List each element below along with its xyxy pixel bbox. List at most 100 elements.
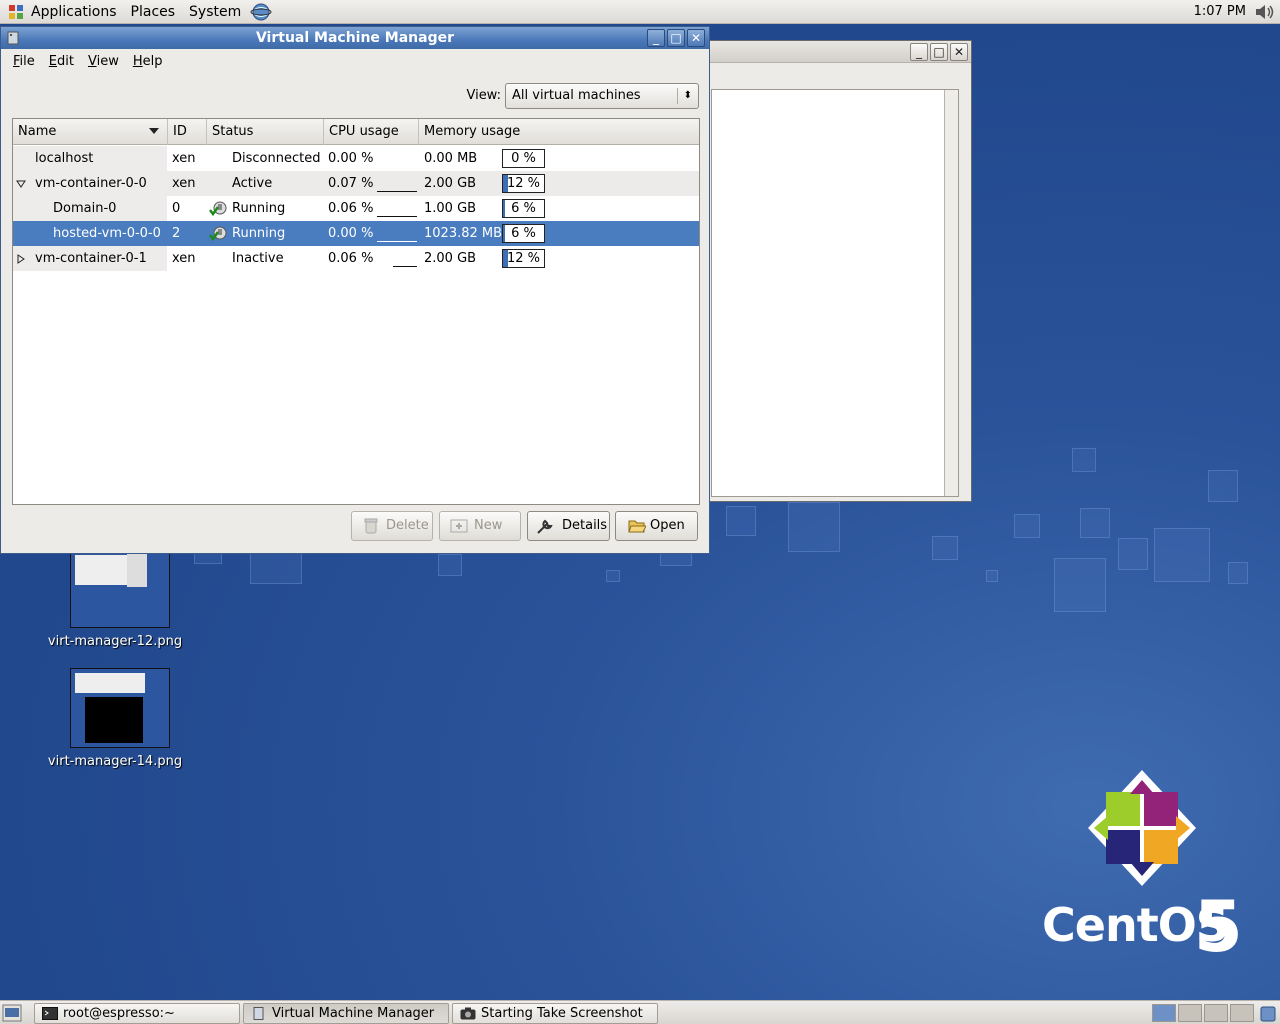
vm-cpu: 0.00 %: [328, 151, 374, 166]
places-menu[interactable]: Places: [124, 0, 183, 24]
details-button[interactable]: Details: [527, 511, 610, 541]
minimize-icon[interactable]: _: [910, 43, 928, 61]
combo-separator: [677, 88, 678, 104]
decor-square: [932, 536, 958, 560]
delete-button[interactable]: Delete: [351, 511, 433, 541]
vm-id: xen: [172, 151, 196, 166]
vm-row-vm-container-0-1[interactable]: vm-container-0-1 xen Inactive 0.06 % 2.0…: [13, 246, 699, 271]
clock[interactable]: 1:07 PM: [1194, 0, 1246, 24]
decor-square: [1014, 514, 1040, 538]
column-header-memory[interactable]: Memory usage: [419, 119, 699, 145]
menu-file[interactable]: File: [6, 54, 42, 69]
column-header-name[interactable]: Name: [13, 119, 168, 145]
vm-id: 0: [172, 201, 181, 216]
virt-manager-icon: [253, 1007, 264, 1020]
thumbnail-image: [70, 668, 170, 748]
running-status-icon: [209, 201, 227, 217]
task-label: Virtual Machine Manager: [272, 1006, 435, 1021]
workspace-2[interactable]: [1178, 1004, 1202, 1022]
vm-cpu: 0.06 %: [328, 251, 374, 266]
workspace-3[interactable]: [1204, 1004, 1228, 1022]
task-terminal[interactable]: root@espresso:~: [34, 1003, 240, 1024]
open-button[interactable]: Open: [615, 511, 698, 541]
memory-percent: 0 %: [511, 151, 536, 166]
decor-square: [606, 570, 620, 582]
task-label: root@espresso:~: [63, 1006, 175, 1021]
decor-square: [1154, 528, 1210, 582]
virt-manager-window[interactable]: Virtual Machine Manager _ □ ✕ File Edit …: [0, 26, 710, 554]
vm-memory: 2.00 GB: [424, 251, 477, 266]
window-titlebar[interactable]: Virtual Machine Manager _ □ ✕: [1, 27, 709, 49]
applications-menu-icon[interactable]: [8, 4, 24, 20]
vm-list[interactable]: Name ID Status CPU usage Memory usage lo…: [12, 118, 700, 505]
desktop-file-label: virt-manager-14.png: [47, 754, 183, 769]
applications-menu[interactable]: Applications: [24, 0, 124, 24]
vm-name: Domain-0: [53, 201, 117, 216]
new-button[interactable]: New: [439, 511, 521, 541]
column-header-status[interactable]: Status: [207, 119, 324, 145]
close-icon[interactable]: ✕: [687, 29, 705, 47]
show-desktop-icon[interactable]: [2, 1004, 22, 1022]
vm-status: Inactive: [232, 251, 284, 266]
column-header-label: Status: [212, 124, 254, 139]
menu-help[interactable]: Help: [126, 54, 170, 69]
vm-row-domain-0[interactable]: Domain-0 0 Running 0.06 % 1.00 GB 6 %: [13, 196, 699, 221]
expander-collapsed-icon[interactable]: [17, 254, 25, 264]
top-panel: Applications Places System 1:07 PM: [0, 0, 1280, 24]
network-globe-icon[interactable]: [250, 2, 272, 22]
decor-square: [1072, 448, 1096, 472]
memory-percent: 6 %: [511, 226, 536, 241]
decor-square: [1118, 538, 1148, 570]
close-icon[interactable]: ✕: [950, 43, 968, 61]
vm-row-hosted-vm-0-0-0[interactable]: hosted-vm-0-0-0 2 Running 0.00 % 1023.82…: [13, 221, 699, 246]
maximize-icon[interactable]: □: [930, 43, 948, 61]
memory-percent: 12 %: [506, 251, 541, 266]
desktop-file-virt-manager-12[interactable]: virt-manager-12.png: [45, 548, 185, 658]
memory-percent-bar: 6 %: [502, 199, 545, 218]
volume-icon[interactable]: [1254, 3, 1276, 21]
trash-icon[interactable]: [1259, 1004, 1277, 1022]
column-header-cpu[interactable]: CPU usage: [324, 119, 419, 145]
sort-descending-icon: [149, 128, 159, 134]
vm-id: xen: [172, 176, 196, 191]
menu-view[interactable]: View: [81, 54, 126, 69]
menu-edit[interactable]: Edit: [42, 54, 81, 69]
open-button-label: Open: [650, 518, 685, 533]
column-header-id[interactable]: ID: [168, 119, 207, 145]
vm-cpu: 0.00 %: [328, 226, 374, 241]
trash-icon: [364, 518, 378, 534]
task-virt-manager[interactable]: Virtual Machine Manager: [243, 1003, 449, 1024]
expander-expanded-icon[interactable]: [16, 180, 26, 188]
workspace-4[interactable]: [1230, 1004, 1254, 1022]
folder-open-icon: [628, 520, 646, 533]
system-menu[interactable]: System: [182, 0, 248, 24]
menubar: File Edit View Help: [1, 49, 709, 74]
vm-id: xen: [172, 251, 196, 266]
task-label: Starting Take Screenshot: [481, 1006, 643, 1021]
workspace-1[interactable]: [1152, 1004, 1176, 1022]
terminal-icon: [42, 1007, 58, 1020]
vm-row-localhost[interactable]: localhost xen Disconnected 0.00 % 0.00 M…: [13, 146, 699, 171]
new-vm-icon: [450, 519, 468, 533]
column-header-label: Memory usage: [424, 124, 521, 139]
view-filter-row: View: All virtual machines ⬍: [1, 83, 709, 109]
vm-id: 2: [172, 226, 181, 241]
task-screenshot[interactable]: Starting Take Screenshot: [452, 1003, 658, 1024]
desktop-file-virt-manager-14[interactable]: virt-manager-14.png: [45, 668, 185, 778]
vm-row-vm-container-0-0[interactable]: vm-container-0-0 xen Active 0.07 % 2.00 …: [13, 171, 699, 196]
vm-cpu: 0.06 %: [328, 201, 374, 216]
minimize-icon[interactable]: _: [647, 29, 665, 47]
decor-square: [1208, 470, 1238, 502]
view-filter-value: All virtual machines: [512, 88, 641, 103]
view-label: View:: [466, 88, 501, 103]
decor-square: [1054, 558, 1106, 612]
decor-square: [1228, 562, 1248, 584]
view-filter-combo[interactable]: All virtual machines ⬍: [505, 83, 699, 109]
vm-name: hosted-vm-0-0-0: [53, 226, 161, 241]
maximize-icon[interactable]: □: [667, 29, 685, 47]
vertical-scrollbar[interactable]: [944, 90, 958, 496]
desktop-file-label: virt-manager-12.png: [47, 634, 183, 649]
decor-square: [438, 554, 462, 576]
background-window[interactable]: _ □ ✕: [700, 40, 972, 502]
delete-button-label: Delete: [386, 518, 429, 533]
